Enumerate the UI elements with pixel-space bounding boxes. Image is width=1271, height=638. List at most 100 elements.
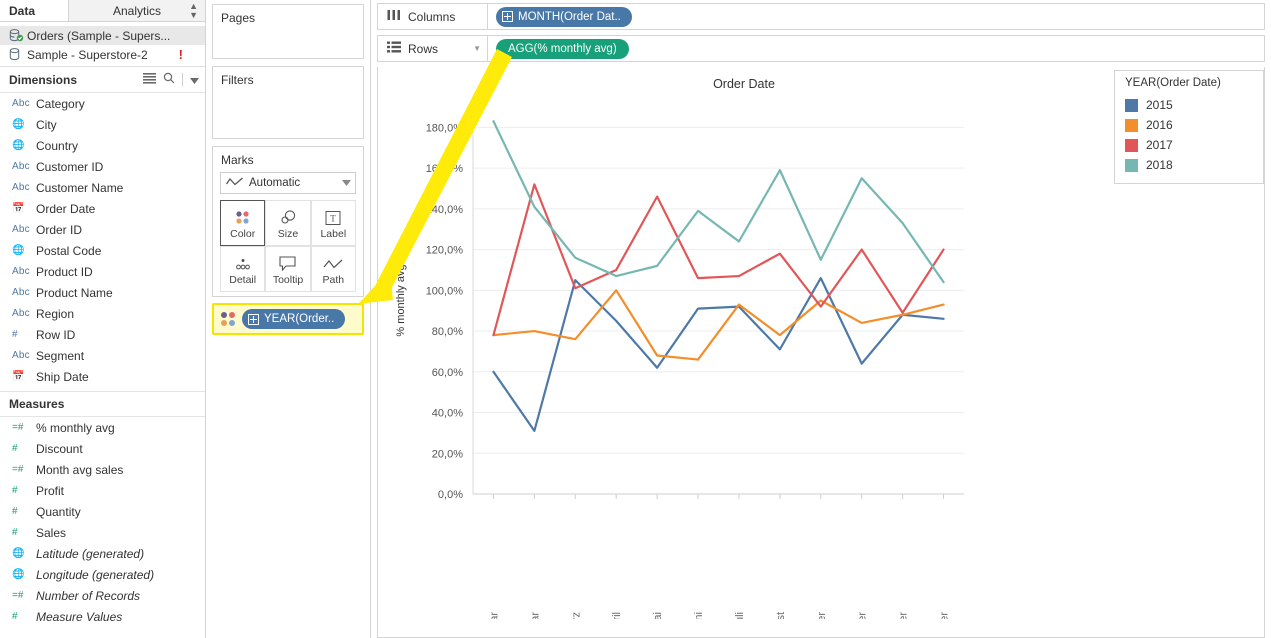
series-line-2018[interactable]: [492, 120, 945, 284]
dimension-field[interactable]: Abc Customer Name: [0, 177, 205, 198]
hash-icon: #: [12, 485, 18, 496]
measure-field[interactable]: =# Month avg sales: [0, 459, 205, 480]
datasource-label: Sample - Superstore-2: [27, 47, 148, 62]
mark-type-dropdown[interactable]: Automatic: [220, 172, 356, 194]
legend-label: 2018: [1146, 158, 1173, 172]
measure-field[interactable]: # Quantity: [0, 501, 205, 522]
chevron-down-icon[interactable]: [190, 73, 199, 87]
rows-label-text: Rows: [408, 41, 439, 56]
marks-color-button[interactable]: Color: [220, 200, 266, 246]
line-chart[interactable]: 0,0% 20,0% 40,0% 60,0% 80,0% 100,0% 120,0% 140,…: [378, 89, 1114, 619]
datasource-item-orders[interactable]: Orders (Sample - Supers...: [0, 26, 205, 45]
y-axis-tick-label: 20,0%: [432, 448, 463, 460]
legend-item-2017[interactable]: 2017: [1115, 135, 1263, 155]
color-pill-year-order-date[interactable]: YEAR(Order..: [242, 309, 346, 329]
tableau-window: Data Analytics ▲ ▼ Orders (Sample - Supe…: [0, 0, 1271, 638]
series-line-2017[interactable]: [492, 183, 945, 337]
spinner-icon[interactable]: ▲ ▼: [189, 1, 198, 20]
dimension-field[interactable]: 🌐 City: [0, 114, 205, 135]
measure-field[interactable]: # Discount: [0, 438, 205, 459]
calc-hash-icon: =#: [12, 464, 24, 475]
tab-data[interactable]: Data: [0, 0, 68, 21]
field-label: Category: [36, 96, 85, 111]
dimension-field[interactable]: Abc Order ID: [0, 219, 205, 240]
measure-field[interactable]: # Sales: [0, 522, 205, 543]
globe-icon: 🌐: [12, 569, 25, 580]
measures-list: =# % monthly avg # Discount =# Month avg sa…: [0, 417, 205, 627]
grid-view-icon[interactable]: [143, 72, 156, 87]
viz-area: Columns MONTH(Order Dat.. Rows ▼ AGG(% m…: [371, 0, 1271, 638]
dimension-field[interactable]: # Row ID: [0, 324, 205, 345]
dimension-field[interactable]: 📅 Order Date: [0, 198, 205, 219]
x-axis-tick-label: Dezember: [939, 612, 951, 619]
marks-path-label: Path: [322, 273, 345, 286]
measures-header-label: Measures: [9, 397, 65, 411]
series-line-2016[interactable]: [492, 289, 945, 361]
series-line-2015[interactable]: [492, 276, 945, 432]
dimension-field[interactable]: 📅 Ship Date: [0, 366, 205, 387]
field-label: % monthly avg: [36, 420, 115, 435]
measure-field[interactable]: =# Number of Records: [0, 585, 205, 606]
dimension-field[interactable]: Abc Category: [0, 93, 205, 114]
filters-card[interactable]: Filters: [212, 66, 364, 139]
measure-field[interactable]: =# % monthly avg: [0, 417, 205, 438]
columns-pill-month-order-date[interactable]: MONTH(Order Dat..: [496, 6, 632, 27]
detail-icon: [234, 253, 252, 275]
marks-size-button[interactable]: Size: [265, 200, 311, 246]
datasource-item-superstore2[interactable]: Sample - Superstore-2 !: [0, 45, 205, 64]
legend-swatch: [1125, 138, 1138, 152]
legend-item-2016[interactable]: 2016: [1115, 115, 1263, 135]
globe-icon: 🌐: [12, 245, 25, 256]
chart-container: Order Date 0,0% 20,0% 40,0% 60,0% 80,0% 100,0…: [378, 67, 1110, 637]
dimension-field[interactable]: 🌐 Country: [0, 135, 205, 156]
marks-label-button[interactable]: T Label: [310, 200, 356, 246]
legend-item-2018[interactable]: 2018: [1115, 155, 1263, 175]
plus-box-icon[interactable]: [248, 313, 259, 325]
legend-column: YEAR(Order Date) 2015 2016 2017 2018: [1110, 67, 1264, 637]
legend-label: 2015: [1146, 98, 1173, 112]
measure-field[interactable]: 🌐 Latitude (generated): [0, 543, 205, 564]
abc-icon: Abc: [12, 161, 30, 172]
legend-label: 2017: [1146, 138, 1173, 152]
dimension-field[interactable]: Abc Customer ID: [0, 156, 205, 177]
tab-analytics[interactable]: Analytics ▲ ▼: [68, 0, 205, 21]
search-icon[interactable]: [163, 72, 175, 87]
field-label: Row ID: [36, 327, 76, 342]
plus-box-icon[interactable]: [502, 11, 513, 22]
field-label: City: [36, 117, 57, 132]
legend-item-2015[interactable]: 2015: [1115, 95, 1263, 115]
rows-shelf[interactable]: Rows ▼ AGG(% monthly avg): [377, 35, 1265, 62]
dimension-field[interactable]: Abc Segment: [0, 345, 205, 366]
abc-icon: Abc: [12, 182, 30, 193]
measure-field[interactable]: # Measure Values: [0, 606, 205, 627]
legend-swatch: [1125, 98, 1138, 112]
datasource-warning-icon[interactable]: !: [179, 47, 183, 62]
abc-icon: Abc: [12, 308, 30, 319]
marks-detail-label: Detail: [229, 273, 257, 286]
field-label: Ship Date: [36, 369, 89, 384]
chevron-down-icon[interactable]: ▼: [473, 44, 481, 53]
dimension-field[interactable]: Abc Region: [0, 303, 205, 324]
datasource-icon: [9, 48, 27, 61]
y-axis-tick-label: 100,0%: [426, 285, 464, 297]
rows-pill-agg-monthly-avg[interactable]: AGG(% monthly avg): [496, 38, 629, 59]
dimension-field[interactable]: Abc Product ID: [0, 261, 205, 282]
columns-shelf[interactable]: Columns MONTH(Order Dat..: [377, 3, 1265, 30]
dimension-field[interactable]: 🌐 Postal Code: [0, 240, 205, 261]
dimension-field[interactable]: Abc Product Name: [0, 282, 205, 303]
abc-icon: Abc: [12, 266, 30, 277]
color-legend: YEAR(Order Date) 2015 2016 2017 2018: [1114, 70, 1264, 184]
marks-tooltip-button[interactable]: Tooltip: [265, 246, 311, 292]
pages-card[interactable]: Pages: [212, 4, 364, 59]
chevron-down-icon[interactable]: [342, 177, 351, 189]
y-axis-tick-label: 120,0%: [426, 245, 464, 257]
measure-field[interactable]: 🌐 Longitude (generated): [0, 564, 205, 585]
field-label: Country: [36, 138, 79, 153]
measure-field[interactable]: # Profit: [0, 480, 205, 501]
marks-path-button[interactable]: Path: [310, 246, 356, 292]
field-label: Order Date: [36, 201, 96, 216]
marks-color-pill-row[interactable]: YEAR(Order..: [212, 303, 364, 335]
x-axis-tick-label: Januar: [488, 612, 500, 619]
marks-detail-button[interactable]: Detail: [220, 246, 266, 292]
x-axis-tick-label: März: [570, 612, 582, 619]
